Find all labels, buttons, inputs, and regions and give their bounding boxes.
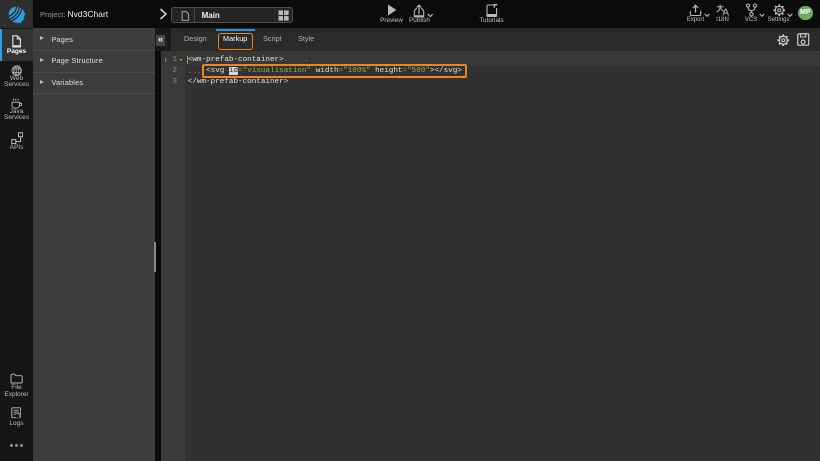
svg-text:A: A — [722, 7, 729, 15]
